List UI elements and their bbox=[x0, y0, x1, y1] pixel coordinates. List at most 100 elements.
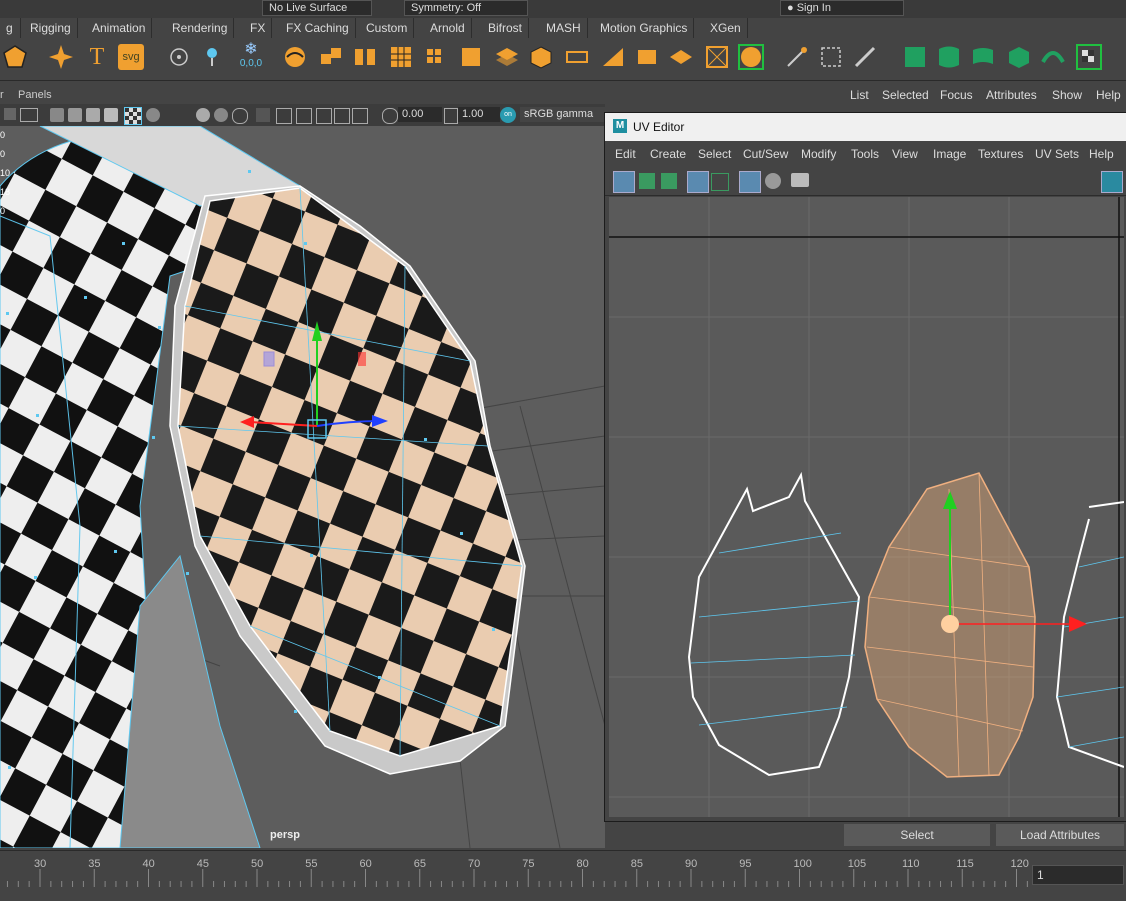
uv-distortion-icon[interactable] bbox=[711, 173, 729, 191]
type-tool-icon[interactable]: T bbox=[84, 44, 110, 70]
color-management-toggle-icon[interactable]: on bbox=[500, 107, 516, 123]
menu-show[interactable]: Show bbox=[1052, 88, 1082, 102]
live-surface-field[interactable]: No Live Surface bbox=[262, 0, 372, 16]
shelf-tab-bifrost[interactable]: Bifrost bbox=[482, 18, 530, 38]
uv-planar-icon[interactable] bbox=[902, 44, 928, 70]
cube-icon[interactable] bbox=[528, 44, 554, 70]
freeze-transform-icon[interactable]: ❄ 0,0,0 bbox=[234, 42, 268, 70]
wireframe-on-shaded-icon[interactable] bbox=[86, 108, 100, 122]
viewport-menu-panels[interactable]: Panels bbox=[18, 89, 52, 101]
uv-menu-edit[interactable]: Edit bbox=[615, 147, 636, 161]
xray-joints-icon[interactable] bbox=[296, 108, 312, 124]
pivot-icon[interactable] bbox=[166, 44, 192, 70]
time-slider[interactable]: 30 35 40 45 50 55 60 65 70 75 80 85 90 95 100 105 110 115… bbox=[0, 850, 1126, 901]
uv-checker-toggle-icon[interactable] bbox=[765, 173, 781, 189]
xray-icon[interactable] bbox=[276, 108, 292, 124]
uv-vertex-icon[interactable] bbox=[639, 173, 655, 189]
smooth-icon[interactable] bbox=[388, 44, 414, 70]
separate-icon[interactable] bbox=[318, 44, 344, 70]
textured-icon[interactable] bbox=[104, 108, 118, 122]
svg-tool-icon[interactable]: svg bbox=[118, 44, 144, 70]
menu-focus[interactable]: Focus bbox=[940, 88, 973, 102]
viewport-menu-renderer[interactable]: r bbox=[0, 89, 4, 101]
gamma-field[interactable]: 1.00 bbox=[458, 107, 500, 122]
uv-menu-help[interactable]: Help bbox=[1089, 147, 1114, 161]
combine-icon[interactable] bbox=[282, 44, 308, 70]
ambient-occlusion-icon[interactable] bbox=[214, 108, 228, 122]
checker-display-icon[interactable] bbox=[124, 107, 142, 125]
uv-cylinder-icon[interactable] bbox=[936, 44, 962, 70]
fill-hole-icon[interactable] bbox=[668, 44, 694, 70]
uv-sphere-icon[interactable] bbox=[970, 44, 996, 70]
shadows-icon[interactable] bbox=[196, 108, 210, 122]
bevel-icon[interactable] bbox=[634, 44, 660, 70]
shelf-tab-fx[interactable]: FX bbox=[244, 18, 273, 38]
uv-menu-modify[interactable]: Modify bbox=[801, 147, 836, 161]
shelf-tab-partial[interactable]: g bbox=[0, 18, 21, 38]
edge-loop-icon[interactable] bbox=[818, 44, 844, 70]
perspective-viewport[interactable]: 0 0 10 18 0 persp bbox=[0, 126, 605, 848]
menu-selected[interactable]: Selected bbox=[882, 88, 929, 102]
uv-image-display-icon[interactable] bbox=[1101, 171, 1123, 193]
film-gate-icon[interactable] bbox=[20, 108, 38, 122]
wireframe-icon[interactable] bbox=[50, 108, 64, 122]
uv-shell-select-icon[interactable] bbox=[613, 171, 635, 193]
uv-snapshot-icon[interactable] bbox=[791, 173, 809, 187]
grid-mesh-icon[interactable] bbox=[422, 44, 448, 70]
uv-canvas[interactable] bbox=[609, 197, 1124, 817]
gamma-icon[interactable] bbox=[444, 108, 458, 124]
extract-icon[interactable] bbox=[458, 44, 484, 70]
shelf-tab-fx-caching[interactable]: FX Caching bbox=[280, 18, 356, 38]
uv-menu-uv-sets[interactable]: UV Sets bbox=[1035, 147, 1079, 161]
pencil-icon[interactable] bbox=[852, 44, 878, 70]
platonic-icon[interactable] bbox=[2, 44, 28, 70]
shelf-tab-animation[interactable]: Animation bbox=[86, 18, 153, 38]
menu-list[interactable]: List bbox=[850, 88, 869, 102]
uv-grid-icon[interactable] bbox=[739, 171, 761, 193]
menu-attributes[interactable]: Attributes bbox=[986, 88, 1037, 102]
symmetry-dropdown[interactable]: Symmetry: Off bbox=[404, 0, 528, 16]
select-button[interactable]: Select bbox=[844, 824, 990, 846]
shelf-tab-rendering[interactable]: Rendering bbox=[166, 18, 235, 38]
uv-auto-icon[interactable] bbox=[1006, 44, 1032, 70]
uv-display-icon[interactable] bbox=[687, 171, 709, 193]
uv-face-icon[interactable] bbox=[661, 173, 677, 189]
uv-menu-view[interactable]: View bbox=[892, 147, 918, 161]
load-attributes-button[interactable]: Load Attributes bbox=[996, 824, 1124, 846]
shelf-tab-xgen[interactable]: XGen bbox=[704, 18, 748, 38]
color-space-dropdown[interactable]: sRGB gamma bbox=[520, 107, 608, 122]
shelf-tab-rigging[interactable]: Rigging bbox=[24, 18, 78, 38]
layers-icon[interactable] bbox=[494, 44, 520, 70]
uv-menu-create[interactable]: Create bbox=[650, 147, 686, 161]
camera-icon[interactable] bbox=[4, 108, 16, 120]
shelf-tab-motion-graphics[interactable]: Motion Graphics bbox=[594, 18, 695, 38]
uv-checker-icon[interactable] bbox=[1076, 44, 1102, 70]
uv-unfold-icon[interactable] bbox=[1040, 44, 1066, 70]
xray-components-icon[interactable] bbox=[316, 108, 332, 124]
mirror-icon[interactable] bbox=[352, 44, 378, 70]
antialias-icon[interactable] bbox=[232, 108, 248, 124]
lighting-icon[interactable] bbox=[146, 108, 160, 122]
current-frame-field[interactable]: 1 bbox=[1032, 865, 1124, 885]
snap-icon[interactable] bbox=[200, 44, 226, 70]
uv-editor-titlebar[interactable]: M UV Editor bbox=[605, 113, 1126, 141]
grid-toggle-icon[interactable] bbox=[352, 108, 368, 124]
safe-frame-icon[interactable] bbox=[334, 108, 350, 124]
exposure-field[interactable]: 0.00 bbox=[398, 107, 442, 122]
uv-menu-select[interactable]: Select bbox=[698, 147, 731, 161]
star-icon[interactable] bbox=[48, 44, 74, 70]
menu-help[interactable]: Help bbox=[1096, 88, 1121, 102]
shelf-tab-mash[interactable]: MASH bbox=[540, 18, 588, 38]
sphere-select-icon[interactable] bbox=[738, 44, 764, 70]
uv-menu-cut-sew[interactable]: Cut/Sew bbox=[743, 147, 788, 161]
isolate-icon[interactable] bbox=[256, 108, 270, 122]
uv-menu-textures[interactable]: Textures bbox=[978, 147, 1023, 161]
uv-menu-tools[interactable]: Tools bbox=[851, 147, 879, 161]
shelf-tab-custom[interactable]: Custom bbox=[360, 18, 415, 38]
append-icon[interactable] bbox=[600, 44, 626, 70]
exposure-icon[interactable] bbox=[382, 108, 398, 124]
uv-menu-image[interactable]: Image bbox=[933, 147, 966, 161]
shelf-tab-arnold[interactable]: Arnold bbox=[424, 18, 472, 38]
sign-in-button[interactable]: ● Sign In bbox=[780, 0, 904, 16]
collapse-icon[interactable] bbox=[704, 44, 730, 70]
